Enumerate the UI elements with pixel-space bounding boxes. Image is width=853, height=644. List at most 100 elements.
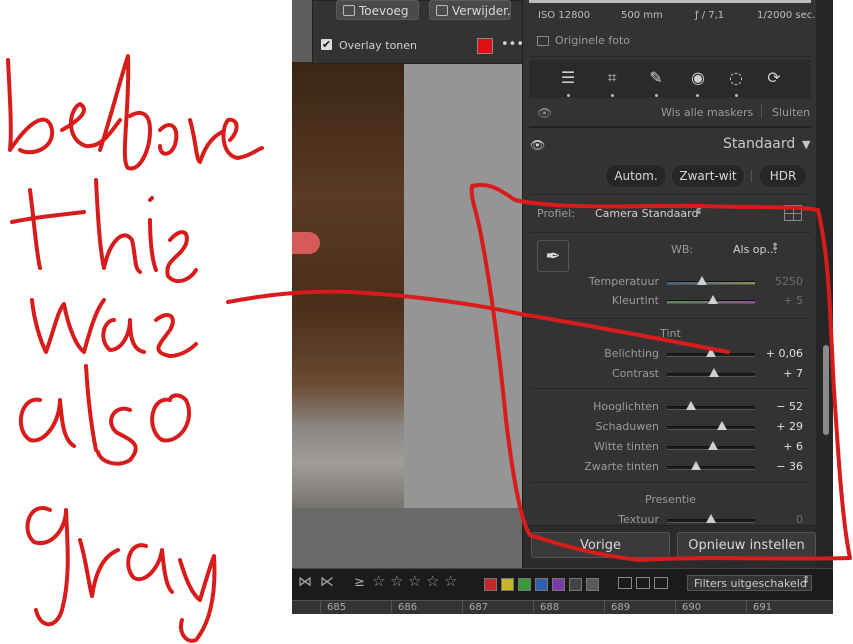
master-photo-filter-icon[interactable] <box>636 577 650 589</box>
color-label-swatch[interactable] <box>518 578 531 591</box>
wb-label: WB: <box>671 243 694 256</box>
slider-value[interactable]: 5250 <box>763 275 803 288</box>
masking-icon[interactable]: ◌ <box>725 67 747 89</box>
flag-filter-icon[interactable]: ⋉ <box>320 574 334 590</box>
delete-mask-button[interactable]: Verwijder. <box>429 0 511 20</box>
compare-icon[interactable]: ⋈ <box>298 574 312 590</box>
video-filter-icon[interactable] <box>654 577 668 589</box>
profile-dropdown-arrow-icon[interactable]: ⇕ <box>695 206 703 217</box>
collapse-triangle-icon[interactable]: ▼ <box>802 138 810 151</box>
slider-value[interactable]: + 7 <box>763 367 803 380</box>
red-eye-icon[interactable]: ◉ <box>687 67 709 89</box>
color-label-swatch[interactable] <box>501 578 514 591</box>
wb-dropdown-arrow-icon[interactable]: ⇕ <box>771 242 779 253</box>
slider-thumb[interactable] <box>691 461 702 470</box>
tint-section-title: Tint <box>660 327 681 340</box>
delete-icon <box>436 5 448 16</box>
slider-thumb[interactable] <box>708 368 719 377</box>
panel-visibility-eye-icon[interactable]: 👁 <box>530 138 545 152</box>
filmstrip-tick <box>533 601 534 613</box>
slider-thumb[interactable] <box>685 401 696 410</box>
original-photo-checkbox[interactable] <box>537 36 549 46</box>
slider-thumb[interactable] <box>706 348 716 357</box>
filters-dropdown-arrow-icon[interactable]: ⇕ <box>802 575 810 586</box>
slider-value[interactable]: + 5 <box>763 294 803 307</box>
auto-button[interactable]: Autom. <box>605 164 667 188</box>
close-masks-button[interactable]: Sluiten <box>772 106 810 119</box>
divider <box>529 56 811 57</box>
mask-overlay-panel: Toevoeg Verwijder. ✔ Overlay tonen ••• <box>312 0 524 64</box>
panel-scrollbar-thumb[interactable] <box>823 345 829 435</box>
tool-indicator <box>735 94 738 97</box>
rating-star-icon[interactable]: ☆ <box>390 572 403 590</box>
filmstrip-frame-number: 686 <box>398 602 418 613</box>
black-white-button[interactable]: Zwart-wit <box>671 164 745 188</box>
rating-operator[interactable]: ≥ <box>354 575 365 590</box>
show-overlay-checkbox[interactable]: ✔ <box>321 39 332 50</box>
slider-track[interactable] <box>667 281 755 285</box>
slider-thumb[interactable] <box>706 514 716 523</box>
basic-panel-title[interactable]: Standaard <box>723 136 795 152</box>
healing-icon[interactable]: ✎ <box>645 67 667 89</box>
slider-value[interactable]: + 6 <box>763 440 803 453</box>
focal-readout: 500 mm <box>621 10 663 21</box>
slider-thumb[interactable] <box>717 421 728 430</box>
tool-indicator <box>567 94 570 97</box>
filmstrip-frame-number: 690 <box>682 602 702 613</box>
clear-all-masks-button[interactable]: Wis alle maskers <box>661 106 753 119</box>
rating-star-icon[interactable]: ☆ <box>408 572 421 590</box>
overlay-color-swatch[interactable] <box>477 38 493 54</box>
slider-thumb[interactable] <box>707 295 718 304</box>
slider-label: Schaduwen <box>595 420 659 433</box>
panel-scrollbar[interactable] <box>816 0 833 568</box>
filmstrip-tick <box>462 601 463 613</box>
virtual-copy-filter-icon[interactable] <box>618 577 632 589</box>
slider-value[interactable]: − 36 <box>763 460 803 473</box>
more-options-icon[interactable]: ••• <box>501 37 524 52</box>
lightroom-window: Toevoeg Verwijder. ✔ Overlay tonen ••• I… <box>292 0 833 614</box>
reset-button[interactable]: Opnieuw instellen <box>677 532 816 558</box>
slider-value[interactable]: 0 <box>763 513 803 526</box>
slider-track[interactable] <box>667 406 755 410</box>
rating-star-icon[interactable]: ☆ <box>372 572 385 590</box>
edit-sliders-icon[interactable]: ☰ <box>557 67 579 89</box>
slider-label: Temperatuur <box>588 275 659 288</box>
filmstrip-frame-number: 688 <box>540 602 560 613</box>
slider-thumb[interactable] <box>697 276 708 285</box>
slider-value[interactable]: + 0,06 <box>763 347 803 360</box>
filmstrip-toolbar: ⋈ ⋉ ≥ Filters uitgeschakeld ⇕ ☆ ☆ ☆ ☆ ☆ <box>292 568 833 601</box>
original-photo-label: Originele foto <box>555 34 630 47</box>
photo-canvas[interactable] <box>292 0 522 568</box>
profile-dropdown[interactable]: Camera Standaard <box>595 207 698 220</box>
rating-star-icon[interactable]: ☆ <box>444 572 457 590</box>
filmstrip-tick <box>320 601 321 613</box>
filters-dropdown[interactable]: Filters uitgeschakeld <box>687 575 812 591</box>
crop-icon[interactable]: ⌗ <box>601 67 623 89</box>
slider-track[interactable] <box>667 426 755 430</box>
slider-value[interactable]: + 29 <box>763 420 803 433</box>
photo-red-detail <box>292 232 320 254</box>
slider-value[interactable]: − 52 <box>763 400 803 413</box>
slider-label: Witte tinten <box>594 440 659 453</box>
rating-star-icon[interactable]: ☆ <box>426 572 439 590</box>
filmstrip-tick <box>604 601 605 613</box>
add-mask-button[interactable]: Toevoeg <box>336 0 419 20</box>
presets-icon[interactable]: ⟳ <box>763 67 785 89</box>
color-label-swatch[interactable] <box>552 578 565 591</box>
mask-visibility-eye-icon[interactable]: 👁 <box>537 106 552 120</box>
color-label-swatch[interactable] <box>586 578 599 591</box>
white-balance-picker-icon[interactable]: ✒ <box>537 240 569 272</box>
previous-button[interactable]: Vorige <box>531 532 670 558</box>
filmstrip-frame-number: 691 <box>753 602 773 613</box>
slider-thumb[interactable] <box>707 441 718 450</box>
profile-browser-grid-icon[interactable] <box>784 205 802 221</box>
hdr-button[interactable]: HDR <box>759 164 807 188</box>
slider-track[interactable] <box>667 466 755 470</box>
divider <box>529 388 811 389</box>
slider-label: Belichting <box>604 347 659 360</box>
color-label-swatch[interactable] <box>484 578 497 591</box>
color-label-swatch[interactable] <box>569 578 582 591</box>
slider-label: Textuur <box>618 513 659 526</box>
delete-mask-label: Verwijder. <box>452 4 511 18</box>
color-label-swatch[interactable] <box>535 578 548 591</box>
